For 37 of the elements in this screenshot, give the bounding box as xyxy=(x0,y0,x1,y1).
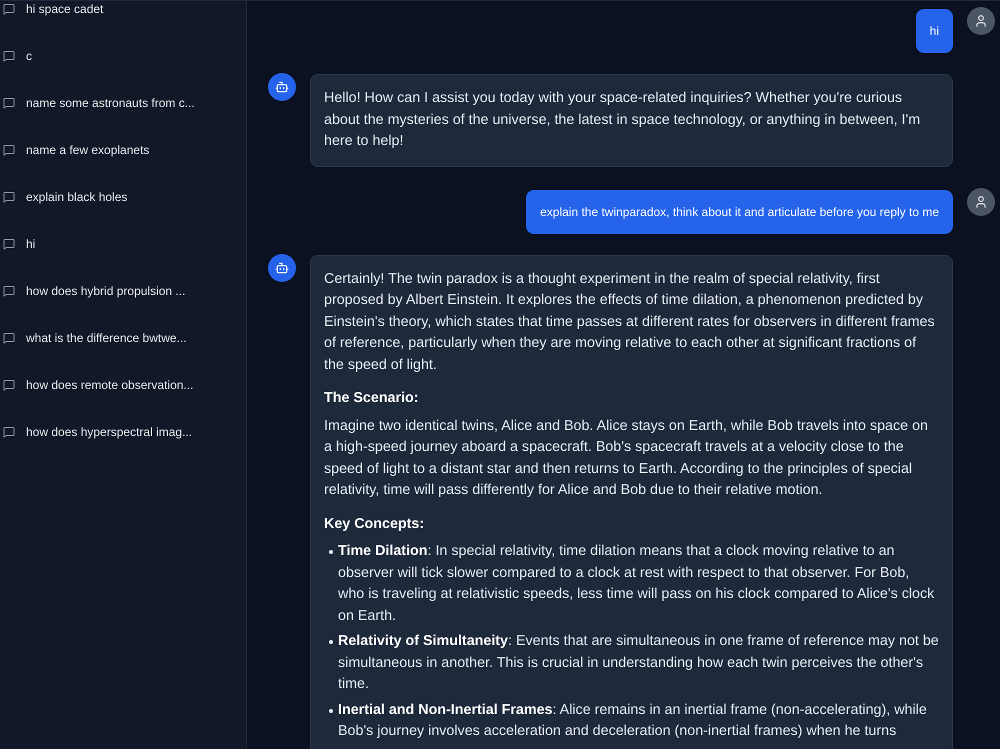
chat-bubble-icon xyxy=(3,144,15,156)
conversation-item[interactable]: how does hyperspectral imag... xyxy=(0,424,192,440)
list-item: Relativity of Simultaneity: Events that are simultaneous in one frame of reference may not be simultaneous in another. This is crucial in understanding how each twin perceives the other's time. xyxy=(338,632,939,694)
conversation-item[interactable]: hi xyxy=(0,236,36,252)
chat-bubble-icon xyxy=(3,426,15,438)
user-avatar-icon xyxy=(967,7,995,35)
message-paragraph: Imagine two identical twins, Alice and Bob. Alice stays on Earth, while Bob travels into space on a high-speed journey aboard a spacecraft. Bob's spacecraft travels at a velocity close to the speed of light to a distant star and then returns to Earth. According to the principles of special relativity, time will pass differently for Alice and Bob due to their relative motion. xyxy=(324,416,929,500)
message-paragraph: Certainly! The twin paradox is a thought experiment in the realm of special relativity, first proposed by Albert Einstein. It explores the effects of time dilation, a phenomenon predicted by Einstein's theory, which states that time passes at different rates for observers in different frames of reference, particularly when they are moving relative to each other at significant fractions of the speed of light. xyxy=(324,270,936,374)
list-item: Inertial and Non-Inertial Frames: Alice remains in an inertial frame (non-accelerating), while Bob's journey involves acceleration and deceleration (non-inertial frames) when he turns xyxy=(338,700,928,741)
conversation-item[interactable]: hi space cadet xyxy=(0,1,104,17)
user-avatar-icon xyxy=(967,188,995,216)
section-heading: The Scenario: xyxy=(324,389,420,408)
chat-bubble-icon xyxy=(3,97,15,109)
bot-avatar-icon xyxy=(268,73,296,101)
conversation-item[interactable]: how does hybrid propulsion ... xyxy=(0,283,186,299)
conversation-item[interactable]: c xyxy=(0,48,32,64)
conversation-item[interactable]: name some astronauts from c... xyxy=(0,95,195,111)
chat-bubble-icon xyxy=(3,50,15,62)
chat-bubble-icon xyxy=(3,3,15,15)
user-message: explain the twinparadox, think about it and articulate before you reply to me xyxy=(526,190,953,234)
bot-avatar-icon xyxy=(268,254,296,282)
chat-bubble-icon xyxy=(3,238,15,250)
bullet-icon xyxy=(329,640,333,644)
bullet-icon xyxy=(329,708,333,712)
section-heading: Key Concepts: xyxy=(324,514,426,534)
list-item: Time Dilation: In special relativity, time dilation means that a clock moving relative to an observer will tick slower compared to a clock at rest with respect to that observer. For Bob, who is traveling at relativistic speeds, less time will pass on his clock compared to Alice's clock on Earth. xyxy=(338,542,936,626)
conversation-item[interactable]: how does remote observation... xyxy=(0,377,194,393)
conversation-item[interactable]: explain black holes xyxy=(0,189,128,205)
chat-bubble-icon xyxy=(3,379,15,391)
conversation-item[interactable]: name a few exoplanets xyxy=(0,142,150,158)
user-message: hi xyxy=(916,9,953,53)
chat-bubble-icon xyxy=(3,332,15,344)
conversation-item[interactable]: what is the difference bwtwe... xyxy=(0,330,187,346)
chat-bubble-icon xyxy=(3,285,15,297)
bullet-icon xyxy=(329,550,333,554)
message-paragraph: Hello! How can I assist you today with your space-related inquiries? Whether you're curious about the mysteries of the universe, the latest in space technology, or anything in between, I'm here to help! xyxy=(324,89,922,151)
chat-bubble-icon xyxy=(3,191,15,203)
